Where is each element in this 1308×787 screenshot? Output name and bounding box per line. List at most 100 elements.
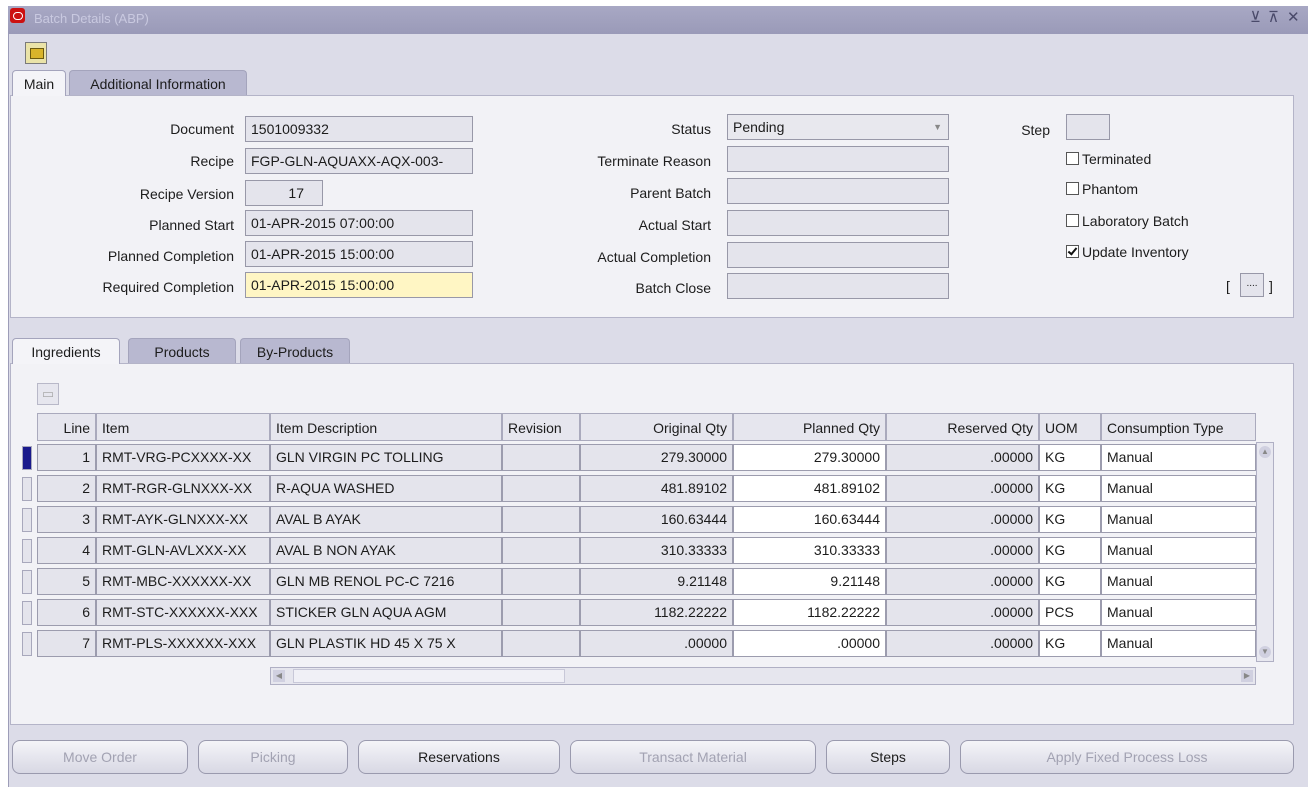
cell-line[interactable]: 3 — [37, 506, 96, 533]
cell-planned-qty[interactable]: 160.63444 — [733, 506, 886, 533]
cell-item-description[interactable]: R-AQUA WASHED — [270, 475, 502, 502]
tab-by-products[interactable]: By-Products — [240, 338, 350, 364]
cell-consumption-type[interactable]: Manual — [1101, 630, 1256, 657]
cell-uom[interactable]: KG — [1039, 537, 1101, 564]
row-selector[interactable] — [22, 601, 32, 625]
cell-reserved-qty[interactable]: .00000 — [886, 630, 1039, 657]
phantom-checkbox[interactable]: Phantom — [1066, 181, 1138, 197]
scroll-left-icon[interactable]: ◀ — [273, 670, 285, 682]
update-inventory-checkbox[interactable]: Update Inventory — [1066, 244, 1189, 260]
reservations-button[interactable]: Reservations — [358, 740, 560, 774]
cell-uom[interactable]: KG — [1039, 630, 1101, 657]
cell-item-description[interactable]: AVAL B NON AYAK — [270, 537, 502, 564]
step-field[interactable] — [1066, 114, 1110, 140]
recipe-field[interactable]: FGP-GLN-AQUAXX-AQX-003- — [245, 148, 473, 174]
cell-planned-qty[interactable]: 481.89102 — [733, 475, 886, 502]
cell-line[interactable]: 5 — [37, 568, 96, 595]
cell-reserved-qty[interactable]: .00000 — [886, 506, 1039, 533]
cell-uom[interactable]: KG — [1039, 444, 1101, 471]
actual-completion-field[interactable] — [727, 242, 949, 268]
cell-line[interactable]: 6 — [37, 599, 96, 626]
document-field[interactable]: 1501009332 — [245, 116, 473, 142]
cell-revision[interactable] — [502, 475, 580, 502]
maximize-icon[interactable]: ⊼ — [1268, 8, 1279, 26]
status-select[interactable]: Pending ▼ — [727, 114, 949, 140]
cell-revision[interactable] — [502, 506, 580, 533]
checkbox-box[interactable] — [1066, 182, 1079, 195]
cell-planned-qty[interactable]: 279.30000 — [733, 444, 886, 471]
cell-revision[interactable] — [502, 630, 580, 657]
vertical-scrollbar[interactable]: ▲ ▼ — [1256, 442, 1274, 662]
row-selector[interactable] — [22, 632, 32, 656]
move-order-button[interactable]: Move Order — [12, 740, 188, 774]
cell-item-description[interactable]: GLN PLASTIK HD 45 X 75 X — [270, 630, 502, 657]
cell-revision[interactable] — [502, 444, 580, 471]
cell-reserved-qty[interactable]: .00000 — [886, 537, 1039, 564]
cell-reserved-qty[interactable]: .00000 — [886, 475, 1039, 502]
picking-button[interactable]: Picking — [198, 740, 348, 774]
cell-planned-qty[interactable]: .00000 — [733, 630, 886, 657]
cell-item[interactable]: RMT-RGR-GLNXXX-XX — [96, 475, 270, 502]
cell-uom[interactable]: KG — [1039, 506, 1101, 533]
horizontal-scrollbar[interactable]: ◀ ▶ — [270, 667, 1256, 685]
cell-item[interactable]: RMT-PLS-XXXXXX-XXX — [96, 630, 270, 657]
cell-item[interactable]: RMT-STC-XXXXXX-XXX — [96, 599, 270, 626]
close-icon[interactable]: ✕ — [1287, 8, 1300, 26]
tab-additional-information[interactable]: Additional Information — [69, 70, 247, 96]
cell-original-qty[interactable]: 279.30000 — [580, 444, 733, 471]
scroll-right-icon[interactable]: ▶ — [1241, 670, 1253, 682]
row-selector[interactable] — [22, 477, 32, 501]
descriptive-flexfield-button[interactable]: .... — [1240, 273, 1264, 297]
cell-line[interactable]: 4 — [37, 537, 96, 564]
cell-planned-qty[interactable]: 310.33333 — [733, 537, 886, 564]
chevron-down-icon[interactable]: ▼ — [933, 115, 942, 139]
cell-original-qty[interactable]: 160.63444 — [580, 506, 733, 533]
cell-consumption-type[interactable]: Manual — [1101, 537, 1256, 564]
cell-original-qty[interactable]: 481.89102 — [580, 475, 733, 502]
scroll-up-icon[interactable]: ▲ — [1259, 446, 1271, 458]
transact-material-button[interactable]: Transact Material — [570, 740, 816, 774]
cell-line[interactable]: 1 — [37, 444, 96, 471]
cell-reserved-qty[interactable]: .00000 — [886, 568, 1039, 595]
open-folder-icon[interactable] — [25, 42, 47, 64]
parent-batch-field[interactable] — [727, 178, 949, 204]
cell-item[interactable]: RMT-MBC-XXXXXX-XX — [96, 568, 270, 595]
cell-line[interactable]: 2 — [37, 475, 96, 502]
terminated-checkbox[interactable]: Terminated — [1066, 151, 1151, 167]
row-indicator-icon[interactable] — [22, 446, 32, 470]
tab-products[interactable]: Products — [128, 338, 236, 364]
minimize-icon[interactable]: ⊻ — [1250, 8, 1261, 26]
steps-button[interactable]: Steps — [826, 740, 950, 774]
cell-revision[interactable] — [502, 599, 580, 626]
tab-main[interactable]: Main — [12, 70, 66, 96]
checkbox-box[interactable] — [1066, 152, 1079, 165]
cell-consumption-type[interactable]: Manual — [1101, 599, 1256, 626]
horizontal-scroll-thumb[interactable] — [293, 669, 565, 683]
cell-line[interactable]: 7 — [37, 630, 96, 657]
cell-item-description[interactable]: STICKER GLN AQUA AGM — [270, 599, 502, 626]
cell-original-qty[interactable]: 1182.22222 — [580, 599, 733, 626]
cell-original-qty[interactable]: 310.33333 — [580, 537, 733, 564]
cell-uom[interactable]: KG — [1039, 475, 1101, 502]
cell-planned-qty[interactable]: 9.21148 — [733, 568, 886, 595]
batch-close-field[interactable] — [727, 273, 949, 299]
cell-reserved-qty[interactable]: .00000 — [886, 599, 1039, 626]
cell-consumption-type[interactable]: Manual — [1101, 475, 1256, 502]
cell-planned-qty[interactable]: 1182.22222 — [733, 599, 886, 626]
row-selector[interactable] — [22, 570, 32, 594]
cell-uom[interactable]: PCS — [1039, 599, 1101, 626]
row-selector[interactable] — [22, 508, 32, 532]
required-completion-field[interactable]: 01-APR-2015 15:00:00 — [245, 272, 473, 298]
scroll-down-icon[interactable]: ▼ — [1259, 646, 1271, 658]
cell-item[interactable]: RMT-VRG-PCXXXX-XX — [96, 444, 270, 471]
planned-start-field[interactable]: 01-APR-2015 07:00:00 — [245, 210, 473, 236]
laboratory-batch-checkbox[interactable]: Laboratory Batch — [1066, 213, 1189, 229]
cell-item[interactable]: RMT-GLN-AVLXXX-XX — [96, 537, 270, 564]
planned-completion-field[interactable]: 01-APR-2015 15:00:00 — [245, 241, 473, 267]
checkmark-icon[interactable] — [1066, 245, 1079, 258]
checkbox-box[interactable] — [1066, 214, 1079, 227]
cell-consumption-type[interactable]: Manual — [1101, 568, 1256, 595]
recipe-version-field[interactable]: 17 — [245, 180, 323, 206]
row-selector[interactable] — [22, 539, 32, 563]
cell-revision[interactable] — [502, 568, 580, 595]
